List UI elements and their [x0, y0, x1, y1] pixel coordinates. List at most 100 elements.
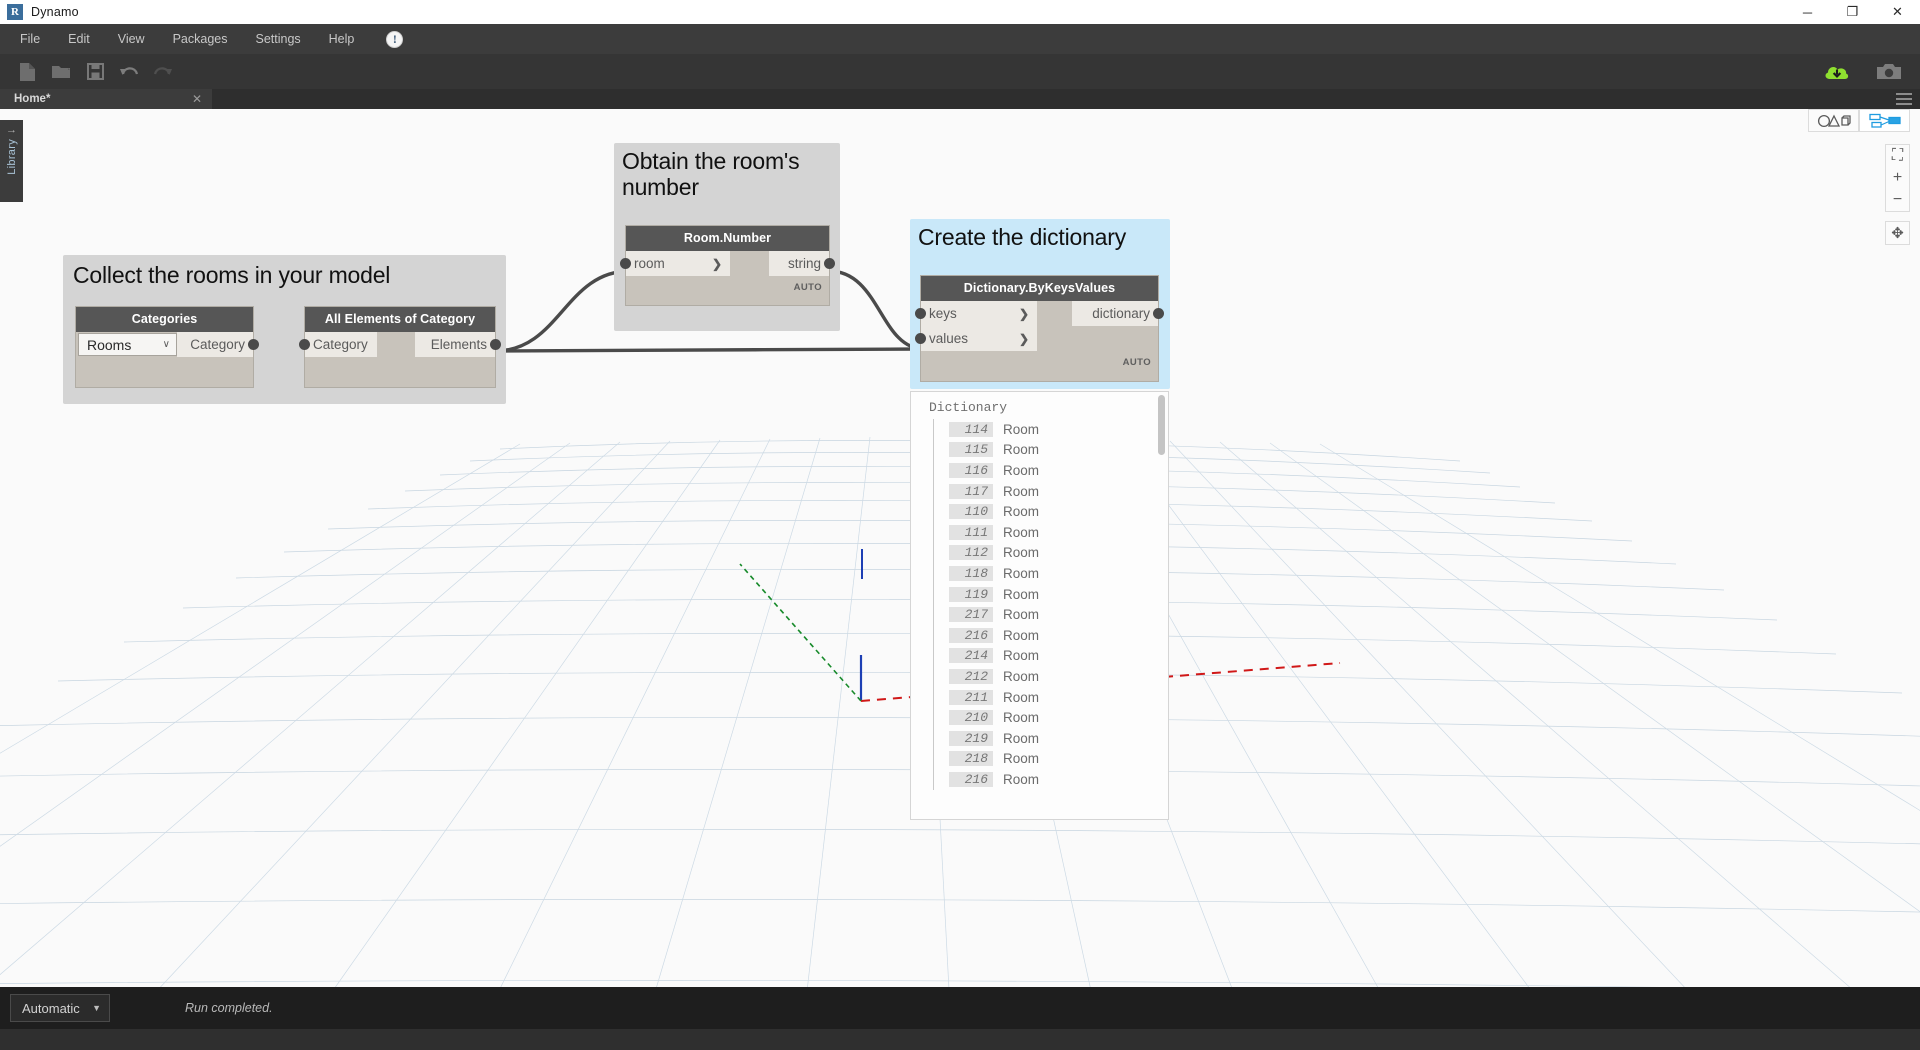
port-in-keys[interactable]: keys ❯	[921, 301, 1037, 326]
node-dictionary-row-keys: keys ❯ dictionary	[921, 301, 1158, 326]
lacing-chevron-icon[interactable]: ❯	[1019, 307, 1029, 321]
workspace-canvas[interactable]: → Library Collect the rooms in your mode…	[0, 109, 1920, 1029]
view-controls: ⛶ + − ✥	[1808, 109, 1910, 245]
lacing-chevron-icon[interactable]: ❯	[712, 257, 722, 271]
preview-row: 216 Room	[949, 769, 1168, 790]
run-mode-dropdown[interactable]: Automatic ▼	[10, 994, 110, 1022]
pan-button[interactable]: ✥	[1885, 221, 1910, 245]
preview-value: Room	[1003, 504, 1039, 519]
port-dot-in[interactable]	[915, 308, 926, 319]
run-status-text: Run completed.	[185, 1001, 273, 1015]
app-title: Dynamo	[31, 5, 79, 19]
lacing-chevron-icon[interactable]: ❯	[1019, 332, 1029, 346]
toolbar-right-group	[1820, 54, 1906, 89]
preview-scrollbar[interactable]	[1158, 395, 1165, 455]
fit-to-screen-button[interactable]: ⛶	[1886, 145, 1909, 167]
preview-row: 114Room	[949, 419, 1168, 440]
status-bar	[0, 1029, 1920, 1050]
graph-view-icon[interactable]	[1859, 109, 1910, 132]
port-in-room[interactable]: room ❯	[626, 251, 730, 276]
tab-home[interactable]: Home* ✕	[0, 89, 212, 109]
view-mode-toggle-group	[1808, 109, 1910, 132]
preview-row: 216Room	[949, 625, 1168, 646]
preview-key: 115	[949, 442, 993, 457]
preview-value: Room	[1003, 422, 1039, 437]
warning-icon[interactable]: !	[386, 31, 403, 48]
preview-row: 212Room	[949, 666, 1168, 687]
chevron-down-icon: ∨	[163, 339, 170, 350]
preview-row: 115 Room	[949, 440, 1168, 461]
menu-edit[interactable]: Edit	[54, 24, 104, 54]
open-icon[interactable]	[44, 57, 78, 87]
preview-value: Room	[1003, 442, 1039, 457]
preview-key: 216	[949, 772, 993, 787]
port-dot-in[interactable]	[299, 339, 310, 350]
cloud-download-icon[interactable]	[1820, 57, 1854, 87]
port-out-elements-label: Elements	[431, 337, 487, 352]
preview-key: 212	[949, 669, 993, 684]
node-all-elements-row: Category Elements	[305, 332, 495, 357]
app-logo-icon: R	[7, 4, 23, 20]
zoom-out-button[interactable]: −	[1886, 189, 1909, 211]
minimize-button[interactable]: ─	[1785, 0, 1830, 24]
preview-value: Room	[1003, 648, 1039, 663]
menu-help[interactable]: Help	[315, 24, 369, 54]
port-out-string[interactable]: string	[769, 251, 829, 276]
menu-packages[interactable]: Packages	[159, 24, 242, 54]
zoom-in-button[interactable]: +	[1886, 167, 1909, 189]
node-gap	[1037, 301, 1072, 326]
menu-settings[interactable]: Settings	[241, 24, 314, 54]
node-all-elements-body	[305, 357, 495, 383]
preview-key: 214	[949, 648, 993, 663]
library-panel-toggle[interactable]: → Library	[0, 120, 23, 202]
redo-icon[interactable]	[146, 57, 180, 87]
port-dot-in[interactable]	[915, 333, 926, 344]
preview-key: 211	[949, 690, 993, 705]
preview-value: Room	[1003, 607, 1039, 622]
node-dictionary-bykeysvalues[interactable]: Dictionary.ByKeysValues keys ❯ dictionar…	[921, 276, 1158, 381]
preview-rows: 114Room115Room116Room117Room110Room111Ro…	[911, 419, 1168, 790]
port-out-dictionary[interactable]: dictionary	[1072, 301, 1158, 326]
port-dot-out[interactable]	[490, 339, 501, 350]
menu-file[interactable]: File	[6, 24, 54, 54]
hamburger-menu-icon[interactable]	[1896, 93, 1912, 108]
preview-value: Room	[1003, 690, 1039, 705]
maximize-button[interactable]: ❐	[1830, 0, 1875, 24]
category-dropdown[interactable]: Rooms ∨	[78, 333, 177, 356]
node-room-number[interactable]: Room.Number room ❯ string AUTO	[626, 226, 829, 305]
group-create-dictionary-title: Create the dictionary	[910, 219, 1170, 251]
geometry-preview-icon[interactable]	[1808, 109, 1859, 132]
new-icon[interactable]	[10, 57, 44, 87]
node-all-elements-of-category[interactable]: All Elements of Category Category Elemen…	[305, 307, 495, 387]
preview-tree-line	[933, 419, 934, 790]
node-all-elements-title: All Elements of Category	[305, 307, 495, 332]
close-button[interactable]: ✕	[1875, 0, 1920, 24]
node-room-number-footer: AUTO	[626, 276, 829, 298]
tab-close-icon[interactable]: ✕	[192, 92, 202, 106]
camera-icon[interactable]	[1872, 57, 1906, 87]
preview-value: Room	[1003, 751, 1039, 766]
preview-list[interactable]: 114Room115Room116Room117Room110Room111Ro…	[949, 419, 1168, 790]
node-categories-title: Categories	[76, 307, 253, 332]
preview-value: Room	[1003, 731, 1039, 746]
zoom-control-group: ⛶ + −	[1885, 144, 1910, 212]
port-in-values-label: values	[929, 331, 968, 346]
library-label: Library	[6, 139, 18, 175]
menu-view[interactable]: View	[104, 24, 159, 54]
node-preview-bubble[interactable]: Dictionary 114Room115Room116Room117Room1…	[910, 391, 1169, 820]
preview-value: Room	[1003, 772, 1039, 787]
port-in-category[interactable]: Category	[305, 332, 377, 357]
port-in-values[interactable]: values ❯	[921, 326, 1037, 351]
port-dot-in[interactable]	[620, 258, 631, 269]
port-out-elements[interactable]: Elements	[415, 332, 495, 357]
undo-icon[interactable]	[112, 57, 146, 87]
port-out-category[interactable]: Category	[177, 332, 253, 357]
menu-bar: File Edit View Packages Settings Help !	[0, 24, 1920, 54]
port-dot-out[interactable]	[824, 258, 835, 269]
node-dictionary-row-values: values ❯	[921, 326, 1158, 351]
port-dot-out[interactable]	[1153, 308, 1164, 319]
tab-bar: Home* ✕	[0, 89, 1920, 109]
port-dot-out[interactable]	[248, 339, 259, 350]
node-categories[interactable]: Categories Rooms ∨ Category	[76, 307, 253, 387]
save-icon[interactable]	[78, 57, 112, 87]
